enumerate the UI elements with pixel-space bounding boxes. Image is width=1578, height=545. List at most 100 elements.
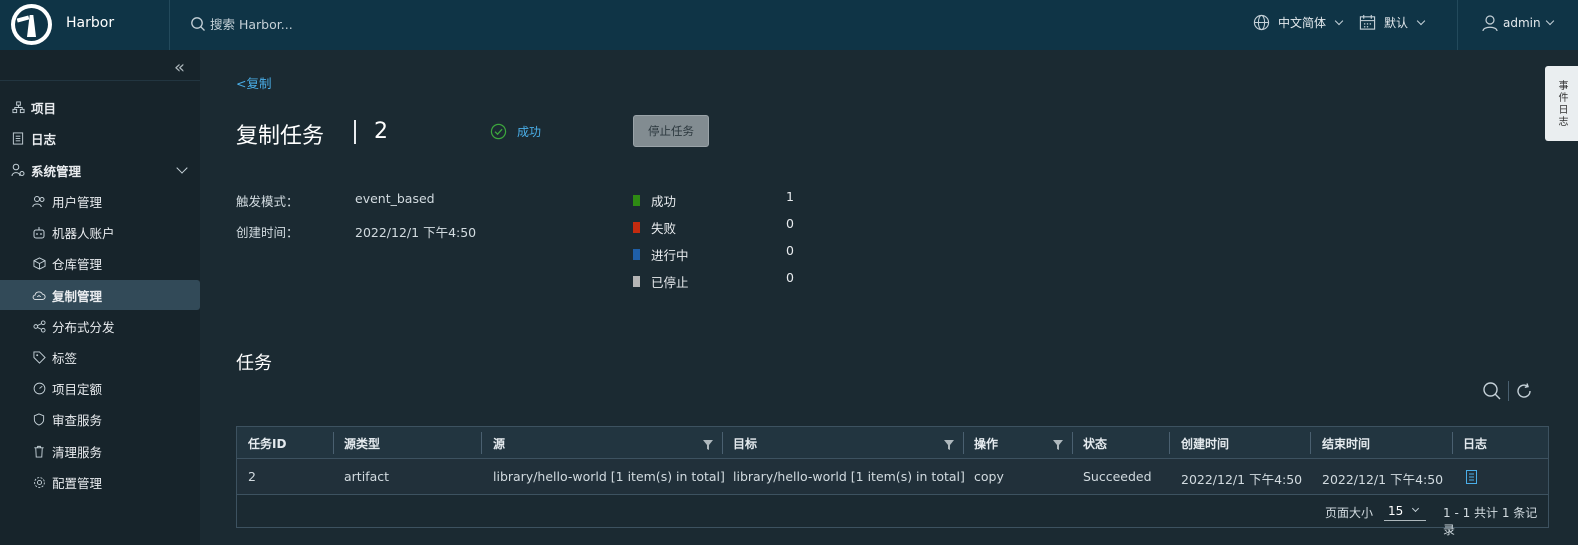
language-selector[interactable]: 中文简体 [1253,14,1344,31]
sidebar-item-label: 审查服务 [52,412,103,428]
sidebar-item-label: 项目 [31,100,57,116]
sidebar-item-label: 标签 [52,350,78,366]
filter-icon[interactable] [944,440,954,450]
status-text: 成功 [517,125,542,139]
execution-id: 2 [374,119,388,144]
language-label: 中文简体 [1278,16,1327,30]
check-circle-icon [490,123,507,140]
sidebar-item-labels[interactable]: 标签 [0,342,200,372]
legend-failed: 失败 [633,218,676,237]
column-header-status[interactable]: 状态 [1083,427,1107,459]
column-divider[interactable] [963,432,964,454]
gear-icon [32,475,46,489]
source-type-cell: artifact [344,469,390,484]
sidebar-item-label: 分布式分发 [52,319,115,335]
created-label: 创建时间： [236,225,299,240]
stop-task-button[interactable]: 停止任务 [633,115,709,147]
column-divider[interactable] [1169,432,1170,454]
sidebar-item-label: 系统管理 [31,163,82,179]
search-box[interactable]: 搜索 Harbor... [190,14,293,33]
toolbar-divider [1508,381,1509,401]
column-header-created[interactable]: 创建时间 [1181,427,1229,459]
column-divider[interactable] [722,432,723,454]
refresh-icon[interactable] [1515,382,1533,400]
tasks-table: 任务ID 源类型 源 目标 操作 状态 创建时间 结束时间 日志 2 artif… [236,426,1549,538]
log-icon [11,131,25,145]
success-count: 1 [786,189,794,204]
legend-success: 成功 [633,191,676,210]
table-footer: 页面大小 15 1 - 1 共计 1 条记录 [237,495,1548,538]
sidebar-item-interrogation[interactable]: 审查服务 [0,404,200,434]
log-file-icon[interactable] [1466,470,1477,484]
column-header-source-type[interactable]: 源类型 [344,427,380,459]
sidebar-item-label: 清理服务 [52,444,103,460]
in-progress-count: 0 [786,243,794,258]
failed-swatch [633,222,640,233]
column-header-task-id[interactable]: 任务ID [248,427,286,459]
sidebar-item-administration[interactable]: 系统管理 [0,155,200,185]
top-header: Harbor 搜索 Harbor... 中文简体 默认 admin [0,0,1578,50]
column-header-log: 日志 [1463,436,1488,451]
column-divider[interactable] [1452,432,1453,454]
column-header-ended[interactable]: 结束时间 [1322,427,1370,459]
sidebar-item-replications[interactable]: 复制管理 [0,280,200,310]
sidebar-item-robot-accounts[interactable]: 机器人账户 [0,217,200,247]
harbor-logo[interactable] [11,4,52,45]
event-log-label: 事件日志 [1556,79,1567,128]
legend-label: 成功 [651,194,677,209]
filter-icon[interactable] [703,440,713,450]
title-divider [354,120,356,144]
collapse-sidebar-icon[interactable]: « [174,57,185,78]
column-divider[interactable] [1072,432,1073,454]
sidebar-item-label: 项目定额 [52,381,103,397]
search-input[interactable]: 搜索 Harbor... [210,14,293,33]
sidebar-item-distributions[interactable]: 分布式分发 [0,311,200,341]
column-divider[interactable] [1310,432,1311,454]
status-cell: Succeeded [1083,469,1152,484]
legend-stopped: 已停止 [633,272,689,291]
trigger-label: 触发模式： [236,194,299,209]
page-title: 复制任务 [236,124,325,149]
table-header: 任务ID 源类型 源 目标 操作 状态 创建时间 结束时间 日志 [237,427,1548,459]
sidebar-divider [0,80,200,81]
header-divider [1457,0,1458,50]
user-menu[interactable]: admin [1481,14,1554,32]
calendar-icon [1359,14,1376,30]
in-progress-swatch [633,249,640,260]
project-icon [11,100,25,114]
theme-selector[interactable]: 默认 [1359,14,1426,31]
admin-icon [11,163,25,177]
sidebar-item-users[interactable]: 用户管理 [0,186,200,216]
sidebar-item-configuration[interactable]: 配置管理 [0,467,200,497]
table-row[interactable]: 2 artifact library/hello-world [1 item(s… [237,459,1548,495]
shield-icon [32,412,46,426]
table-toolbar [1482,381,1533,401]
back-link[interactable]: <复制 [236,73,271,92]
column-header-source[interactable]: 源 [493,427,505,459]
page-size-label: 页面大小 [1325,506,1374,520]
search-icon[interactable] [1482,381,1502,401]
event-log-tab[interactable]: 事件日志 [1545,66,1578,141]
sidebar-item-registries[interactable]: 仓库管理 [0,248,200,278]
task-id-cell: 2 [248,469,256,484]
sidebar-item-quotas[interactable]: 项目定额 [0,373,200,403]
brand-name[interactable]: Harbor [66,15,114,31]
sidebar-item-label: 用户管理 [52,194,103,210]
legend-label: 已停止 [651,275,689,290]
stopped-count: 0 [786,270,794,285]
column-divider[interactable] [333,432,334,454]
sidebar-item-label: 复制管理 [52,288,103,304]
column-divider[interactable] [481,432,482,454]
sidebar-item-cleanup[interactable]: 清理服务 [0,436,200,466]
sidebar-item-logs[interactable]: 日志 [0,123,200,153]
theme-label: 默认 [1384,16,1409,30]
target-cell: library/hello-world [1 item(s) in total] [733,469,965,484]
sidebar-item-projects[interactable]: 项目 [0,92,200,122]
success-swatch [633,195,640,206]
page-size-select[interactable]: 15 [1384,501,1426,521]
column-header-target[interactable]: 目标 [733,427,757,459]
column-header-operation[interactable]: 操作 [974,427,998,459]
filter-icon[interactable] [1053,440,1063,450]
chevron-down-icon [1416,16,1426,25]
status-indicator: 成功 [490,123,541,140]
